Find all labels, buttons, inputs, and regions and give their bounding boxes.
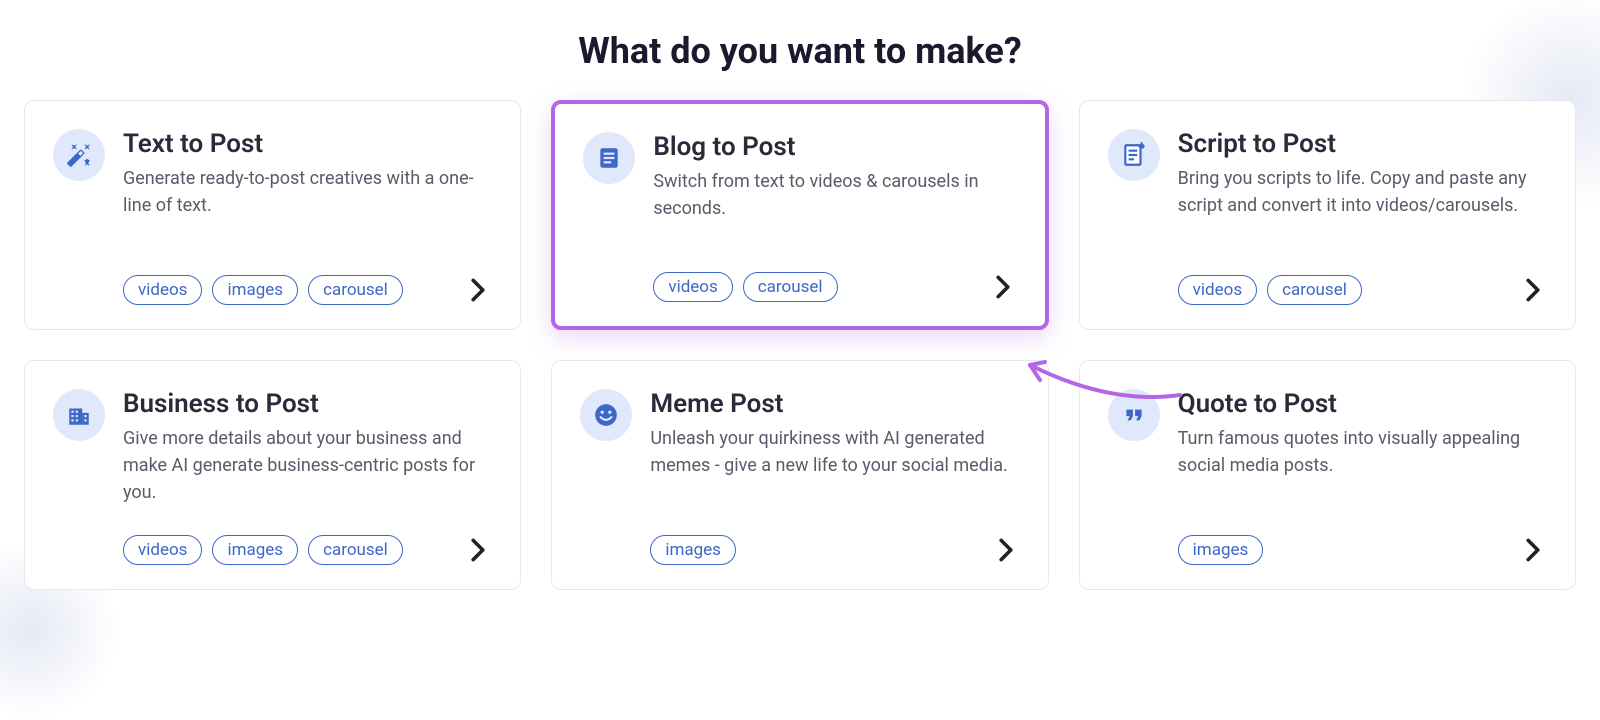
card-header: Script to Post Bring you scripts to life… (1108, 129, 1547, 219)
card-footer: videos carousel (583, 252, 1016, 302)
tag-images: images (212, 535, 298, 565)
tag-carousel: carousel (308, 535, 403, 565)
tag-list: videos images carousel (123, 275, 403, 305)
card-description: Switch from text to videos & carousels i… (653, 168, 1016, 222)
card-business-to-post[interactable]: Business to Post Give more details about… (24, 360, 521, 590)
card-description: Bring you scripts to life. Copy and past… (1178, 165, 1547, 219)
chevron-right-icon[interactable] (464, 276, 492, 304)
card-description: Generate ready-to-post creatives with a … (123, 165, 492, 219)
card-header: Text to Post Generate ready-to-post crea… (53, 129, 492, 219)
card-blog-to-post[interactable]: Blog to Post Switch from text to videos … (551, 100, 1048, 330)
tag-videos: videos (123, 535, 202, 565)
chevron-right-icon[interactable] (989, 273, 1017, 301)
card-title: Blog to Post (653, 132, 1016, 162)
card-text: Business to Post Give more details about… (123, 389, 492, 506)
tag-list: images (1178, 535, 1264, 565)
card-meme-post[interactable]: Meme Post Unleash your quirkiness with A… (551, 360, 1048, 590)
card-title: Script to Post (1178, 129, 1547, 159)
card-title: Business to Post (123, 389, 492, 419)
card-footer: images (580, 515, 1019, 565)
card-footer: videos images carousel (53, 255, 492, 305)
card-description: Give more details about your business an… (123, 425, 492, 506)
card-text: Text to Post Generate ready-to-post crea… (123, 129, 492, 219)
wand-icon (53, 129, 105, 181)
card-title: Quote to Post (1178, 389, 1547, 419)
card-header: Quote to Post Turn famous quotes into vi… (1108, 389, 1547, 479)
quote-icon (1108, 389, 1160, 441)
chevron-right-icon[interactable] (992, 536, 1020, 564)
card-description: Unleash your quirkiness with AI generate… (650, 425, 1019, 479)
tag-carousel: carousel (1267, 275, 1362, 305)
tag-list: images (650, 535, 736, 565)
tag-images: images (650, 535, 736, 565)
document-icon (583, 132, 635, 184)
tag-carousel: carousel (308, 275, 403, 305)
chevron-right-icon[interactable] (1519, 276, 1547, 304)
chevron-right-icon[interactable] (1519, 536, 1547, 564)
script-icon (1108, 129, 1160, 181)
card-header: Blog to Post Switch from text to videos … (583, 132, 1016, 222)
building-icon (53, 389, 105, 441)
tag-list: videos images carousel (123, 535, 403, 565)
tag-carousel: carousel (743, 272, 838, 302)
card-header: Business to Post Give more details about… (53, 389, 492, 506)
card-quote-to-post[interactable]: Quote to Post Turn famous quotes into vi… (1079, 360, 1576, 590)
tag-videos: videos (1178, 275, 1257, 305)
page-title: What do you want to make? (0, 30, 1600, 72)
card-footer: videos images carousel (53, 515, 492, 565)
card-text: Quote to Post Turn famous quotes into vi… (1178, 389, 1547, 479)
card-text: Meme Post Unleash your quirkiness with A… (650, 389, 1019, 479)
tag-list: videos carousel (653, 272, 837, 302)
card-title: Meme Post (650, 389, 1019, 419)
chevron-right-icon[interactable] (464, 536, 492, 564)
card-description: Turn famous quotes into visually appeali… (1178, 425, 1547, 479)
tag-videos: videos (653, 272, 732, 302)
card-script-to-post[interactable]: Script to Post Bring you scripts to life… (1079, 100, 1576, 330)
tag-videos: videos (123, 275, 202, 305)
smile-icon (580, 389, 632, 441)
card-title: Text to Post (123, 129, 492, 159)
card-grid: Text to Post Generate ready-to-post crea… (0, 100, 1600, 590)
card-text-to-post[interactable]: Text to Post Generate ready-to-post crea… (24, 100, 521, 330)
card-text: Script to Post Bring you scripts to life… (1178, 129, 1547, 219)
tag-images: images (1178, 535, 1264, 565)
card-footer: videos carousel (1108, 255, 1547, 305)
tag-list: videos carousel (1178, 275, 1362, 305)
card-footer: images (1108, 515, 1547, 565)
tag-images: images (212, 275, 298, 305)
card-header: Meme Post Unleash your quirkiness with A… (580, 389, 1019, 479)
card-text: Blog to Post Switch from text to videos … (653, 132, 1016, 222)
